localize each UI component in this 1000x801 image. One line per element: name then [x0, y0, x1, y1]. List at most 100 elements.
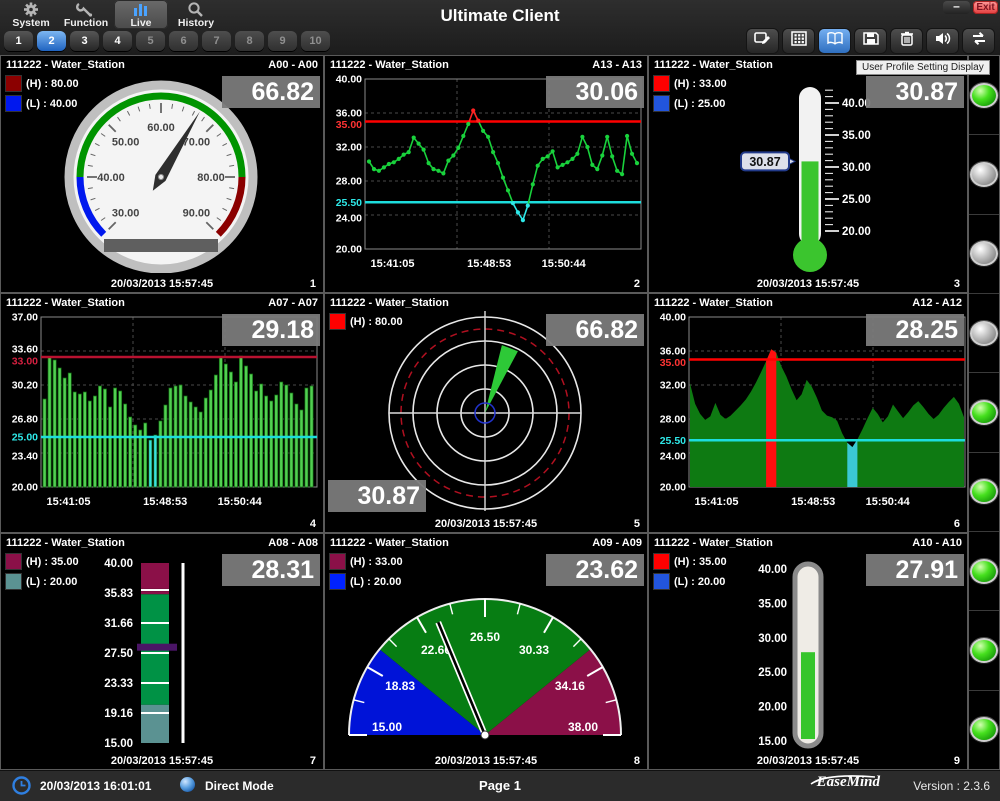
panel-4[interactable]: 111222 - Water_StationA07 - A0737.0033.6… — [0, 293, 324, 533]
page-tab-8[interactable]: 8 — [235, 31, 264, 51]
svg-text:23.33: 23.33 — [104, 678, 133, 690]
panel-3[interactable]: 111222 - Water_Station40.0035.0030.0025.… — [648, 55, 968, 293]
svg-text:60.00: 60.00 — [147, 122, 175, 134]
panel-2[interactable]: 111222 - Water_StationA13 - A1340.0036.0… — [324, 55, 648, 293]
toolbar-swap-button[interactable] — [963, 29, 994, 53]
led-indicator-green — [970, 400, 998, 425]
legend-swatch — [329, 313, 346, 330]
svg-text:32.00: 32.00 — [336, 142, 362, 154]
gear-icon — [21, 0, 41, 18]
live-bars-icon — [131, 0, 151, 18]
led-cell-6 — [969, 453, 999, 532]
station-name: 111222 - Water_Station — [6, 59, 125, 71]
svg-text:28.00: 28.00 — [336, 176, 362, 188]
svg-text:24.00: 24.00 — [336, 213, 362, 225]
svg-text:15:48:53: 15:48:53 — [143, 496, 187, 508]
toolbar-save-button[interactable] — [855, 29, 886, 53]
legend: (H) : 33.00(L) : 25.00 — [653, 75, 727, 115]
panel-timestamp: 20/03/2013 15:57:45 — [1, 755, 323, 767]
svg-text:40.00: 40.00 — [336, 74, 362, 86]
menu-label: System — [12, 18, 49, 29]
svg-text:30.20: 30.20 — [12, 380, 38, 392]
legend-label: (H) : 80.00 — [350, 316, 403, 328]
panel-1[interactable]: 111222 - Water_StationA00 - A0030.0040.0… — [0, 55, 324, 293]
panel-8[interactable]: 111222 - Water_StationA09 - A0915.0018.8… — [324, 533, 648, 770]
menu-function[interactable]: Function — [59, 0, 113, 29]
legend: (H) : 80.00(L) : 40.00 — [5, 75, 79, 115]
svg-text:23.40: 23.40 — [12, 451, 38, 463]
station-name: 111222 - Water_Station — [654, 59, 773, 71]
exit-button[interactable]: Exit — [973, 1, 998, 14]
led-cell-9 — [969, 691, 999, 769]
menu-label: Function — [64, 18, 108, 29]
led-indicator-green — [970, 559, 998, 584]
wrench-icon — [76, 0, 96, 18]
panel-timestamp: 20/03/2013 15:57:45 — [649, 278, 967, 290]
display-edit-icon — [754, 31, 772, 51]
toolbar-grid-button[interactable] — [783, 29, 814, 53]
svg-text:15.00: 15.00 — [758, 736, 787, 748]
legend-label: (L) : 25.00 — [674, 98, 725, 110]
search-icon — [186, 0, 206, 18]
legend-swatch — [653, 75, 670, 92]
legend-label: (L) : 20.00 — [674, 576, 725, 588]
led-cell-4 — [969, 294, 999, 373]
panel-9[interactable]: 111222 - Water_StationA10 - A1040.0035.0… — [648, 533, 968, 770]
swap-icon — [970, 31, 988, 51]
page-tab-9[interactable]: 9 — [268, 31, 297, 51]
legend: (H) : 80.00 — [329, 313, 403, 333]
minimize-button[interactable]: – — [943, 1, 970, 14]
svg-text:15:41:05: 15:41:05 — [47, 496, 91, 508]
svg-text:19.16: 19.16 — [104, 708, 133, 720]
svg-text:30.00: 30.00 — [842, 162, 871, 174]
menu-system[interactable]: System — [4, 0, 58, 29]
legend-swatch — [5, 95, 22, 112]
legend: (H) : 35.00(L) : 20.00 — [5, 553, 79, 593]
legend-swatch — [653, 95, 670, 112]
brand-swoosh-icon — [809, 772, 879, 786]
value-box: 23.62 — [546, 554, 644, 586]
panel-5[interactable]: 111222 - Water_Station(H) : 80.0066.8230… — [324, 293, 648, 533]
station-name: 111222 - Water_Station — [330, 59, 449, 71]
legend: (H) : 35.00(L) : 20.00 — [653, 553, 727, 593]
svg-text:40.00: 40.00 — [104, 558, 133, 570]
channel-label: A12 - A12 — [912, 297, 962, 309]
panel-index: 5 — [634, 518, 640, 530]
panel-7[interactable]: 111222 - Water_StationA08 - A0840.0035.8… — [0, 533, 324, 770]
led-indicator-gray — [970, 162, 998, 187]
svg-text:30.00: 30.00 — [112, 207, 140, 219]
panel-index: 2 — [634, 278, 640, 290]
svg-text:25.00: 25.00 — [842, 194, 871, 206]
panel-timestamp: 20/03/2013 15:57:45 — [325, 755, 647, 767]
toolbar-display-edit-button[interactable] — [747, 29, 778, 53]
value-box-secondary: 30.87 — [328, 480, 426, 512]
legend-swatch — [653, 573, 670, 590]
svg-text:15:50:44: 15:50:44 — [866, 496, 911, 508]
value-box: 28.31 — [222, 554, 320, 586]
svg-text:35.00: 35.00 — [842, 130, 871, 142]
panel-index: 1 — [310, 278, 316, 290]
main-menu: System Function LiveHistory — [4, 0, 224, 55]
toolbar-trash-button[interactable] — [891, 29, 922, 53]
legend-label: (L) : 20.00 — [26, 576, 77, 588]
panel-index: 8 — [634, 755, 640, 767]
svg-text:20.00: 20.00 — [758, 702, 787, 714]
svg-text:34.16: 34.16 — [555, 679, 585, 693]
page-tab-10[interactable]: 10 — [301, 31, 330, 51]
save-icon — [862, 31, 880, 51]
led-indicator-gray — [970, 321, 998, 346]
menu-history[interactable]: History — [169, 0, 223, 29]
panel-6[interactable]: 111222 - Water_StationA12 - A1240.0036.0… — [648, 293, 968, 533]
svg-text:15:50:44: 15:50:44 — [218, 496, 263, 508]
menu-live[interactable]: Live — [114, 0, 168, 29]
panel-index: 4 — [310, 518, 316, 530]
toolbar-sound-button[interactable] — [927, 29, 958, 53]
svg-text:33.60: 33.60 — [12, 344, 38, 356]
svg-text:40.00: 40.00 — [758, 564, 787, 576]
toolbar-book-button[interactable] — [819, 29, 850, 53]
svg-text:24.00: 24.00 — [660, 451, 686, 463]
legend-swatch — [5, 573, 22, 590]
svg-text:32.00: 32.00 — [660, 380, 686, 392]
value-box: 66.82 — [222, 76, 320, 108]
svg-text:30.33: 30.33 — [519, 643, 549, 657]
